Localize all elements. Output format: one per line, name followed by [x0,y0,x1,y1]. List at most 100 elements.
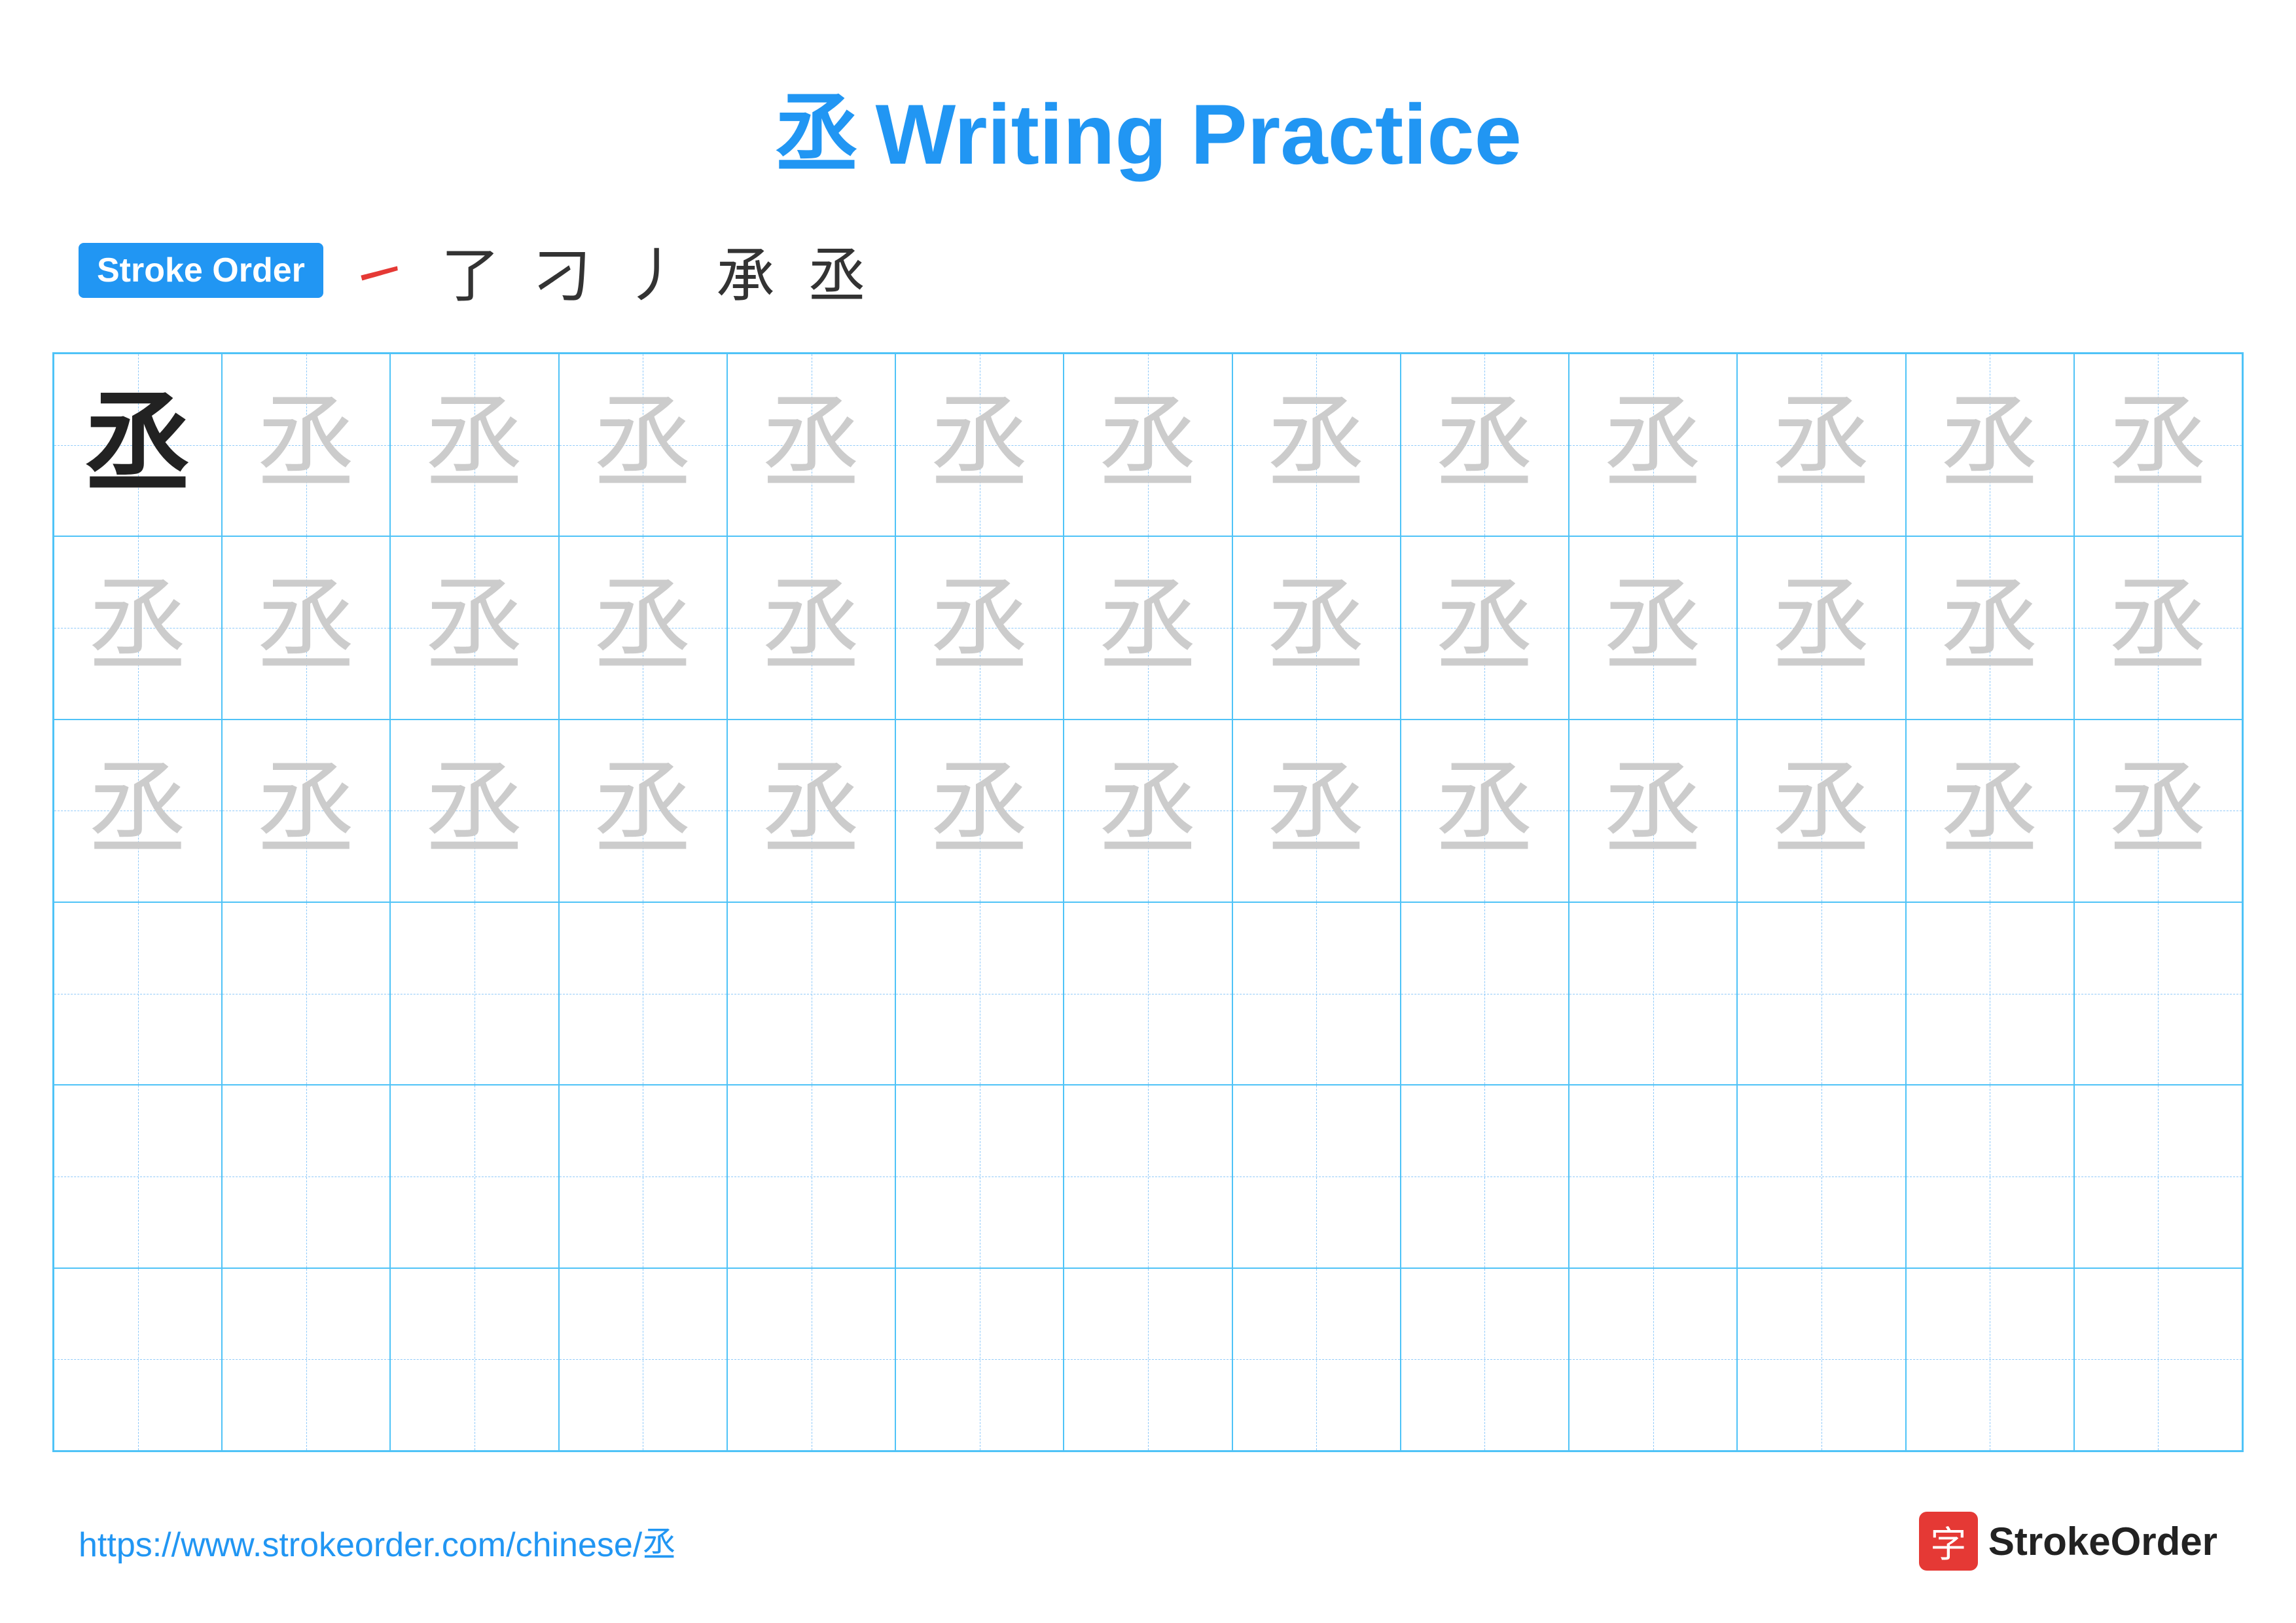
grid-char-light: 丞 [1770,760,1872,862]
grid-cell-r2c5[interactable]: 丞 [727,536,895,719]
footer-logo: 字 StrokeOrder [1919,1512,2217,1571]
grid-cell-r2c11[interactable]: 丞 [1737,536,1905,719]
grid-cell-r2c1[interactable]: 丞 [54,536,222,719]
title-character: 丞 [774,86,859,182]
grid-cell-r6c3[interactable] [390,1268,558,1451]
grid-cell-r6c4[interactable] [559,1268,727,1451]
grid-cell-r5c10[interactable] [1569,1085,1737,1267]
grid-char-light: 丞 [761,760,862,862]
grid-cell-r1c4[interactable]: 丞 [559,354,727,536]
grid-cell-r2c8[interactable]: 丞 [1232,536,1401,719]
grid-char-light: 丞 [255,394,357,496]
grid-cell-r5c13[interactable] [2074,1085,2242,1267]
grid-cell-r4c2[interactable] [222,902,390,1085]
grid-cell-r1c13[interactable]: 丞 [2074,354,2242,536]
grid-cell-r5c9[interactable] [1401,1085,1569,1267]
grid-cell-r3c1[interactable]: 丞 [54,720,222,902]
grid-cell-r3c2[interactable]: 丞 [222,720,390,902]
grid-cell-r4c7[interactable] [1064,902,1232,1085]
grid-cell-r4c13[interactable] [2074,902,2242,1085]
grid-cell-r2c2[interactable]: 丞 [222,536,390,719]
grid-cell-r1c2[interactable]: 丞 [222,354,390,536]
grid-cell-r6c2[interactable] [222,1268,390,1451]
grid-cell-r3c7[interactable]: 丞 [1064,720,1232,902]
grid-cell-r3c8[interactable]: 丞 [1232,720,1401,902]
grid-char-light: 丞 [1097,577,1198,678]
grid-cell-r6c7[interactable] [1064,1268,1232,1451]
stroke-3: 刁 [533,228,592,313]
grid-cell-r1c11[interactable]: 丞 [1737,354,1905,536]
grid-cell-r2c4[interactable]: 丞 [559,536,727,719]
grid-cell-r4c9[interactable] [1401,902,1569,1085]
grid-cell-r1c12[interactable]: 丞 [1906,354,2074,536]
grid-cell-r1c7[interactable]: 丞 [1064,354,1232,536]
grid-cell-r3c3[interactable]: 丞 [390,720,558,902]
grid-cell-r3c12[interactable]: 丞 [1906,720,2074,902]
grid-char-light: 丞 [1602,760,1704,862]
grid-cell-r1c9[interactable]: 丞 [1401,354,1569,536]
grid-cell-r3c5[interactable]: 丞 [727,720,895,902]
grid-cell-r3c11[interactable]: 丞 [1737,720,1905,902]
grid-cell-r5c2[interactable] [222,1085,390,1267]
grid-cell-r1c1[interactable]: 丞 [54,354,222,536]
grid-cell-r1c3[interactable]: 丞 [390,354,558,536]
grid-cell-r5c8[interactable] [1232,1085,1401,1267]
grid-cell-r5c7[interactable] [1064,1085,1232,1267]
grid-cell-r4c6[interactable] [895,902,1064,1085]
title-text: Writing Practice [876,86,1522,182]
grid-cell-r1c10[interactable]: 丞 [1569,354,1737,536]
grid-cell-r3c10[interactable]: 丞 [1569,720,1737,902]
footer: https://www.strokeorder.com/chinese/丞 字 … [0,1512,2296,1571]
grid-cell-r4c12[interactable] [1906,902,2074,1085]
grid-cell-r2c10[interactable]: 丞 [1569,536,1737,719]
grid-cell-r6c8[interactable] [1232,1268,1401,1451]
grid-char-light: 丞 [87,760,188,862]
grid-cell-r5c6[interactable] [895,1085,1064,1267]
grid-cell-r4c8[interactable] [1232,902,1401,1085]
grid-cell-r6c1[interactable] [54,1268,222,1451]
grid-char-light: 丞 [1266,394,1367,496]
grid-cell-r4c10[interactable] [1569,902,1737,1085]
grid-cell-r6c10[interactable] [1569,1268,1737,1451]
grid-cell-r2c13[interactable]: 丞 [2074,536,2242,719]
grid-cell-r5c12[interactable] [1906,1085,2074,1267]
grid-cell-r3c4[interactable]: 丞 [559,720,727,902]
grid-cell-r5c4[interactable] [559,1085,727,1267]
grid-cell-r6c9[interactable] [1401,1268,1569,1451]
grid-cell-r3c6[interactable]: 丞 [895,720,1064,902]
grid-cell-r1c8[interactable]: 丞 [1232,354,1401,536]
grid-cell-r3c9[interactable]: 丞 [1401,720,1569,902]
grid-cell-r5c5[interactable] [727,1085,895,1267]
stroke-order-badge: Stroke Order [79,243,323,298]
grid-cell-r6c11[interactable] [1737,1268,1905,1451]
grid-cell-r4c5[interactable] [727,902,895,1085]
grid-cell-r1c5[interactable]: 丞 [727,354,895,536]
stroke-2: 了 [441,228,500,313]
grid-char-light: 丞 [1434,394,1535,496]
grid-cell-r6c12[interactable] [1906,1268,2074,1451]
grid-char-light: 丞 [87,577,188,678]
grid-cell-r6c6[interactable] [895,1268,1064,1451]
grid-cell-r2c3[interactable]: 丞 [390,536,558,719]
grid-cell-r2c7[interactable]: 丞 [1064,536,1232,719]
grid-char-light: 丞 [929,760,1030,862]
grid-cell-r5c1[interactable] [54,1085,222,1267]
grid-char-light: 丞 [761,394,862,496]
grid-cell-r4c1[interactable] [54,902,222,1085]
grid-cell-r3c13[interactable]: 丞 [2074,720,2242,902]
page-title-section: 丞 Writing Practice [0,0,2296,189]
grid-cell-r2c9[interactable]: 丞 [1401,536,1569,719]
grid-cell-r5c11[interactable] [1737,1085,1905,1267]
grid-cell-r1c6[interactable]: 丞 [895,354,1064,536]
grid-cell-r2c12[interactable]: 丞 [1906,536,2074,719]
grid-cell-r4c4[interactable] [559,902,727,1085]
grid-cell-r6c13[interactable] [2074,1268,2242,1451]
grid-char-light: 丞 [592,394,694,496]
grid-cell-r6c5[interactable] [727,1268,895,1451]
grid-cell-r5c3[interactable] [390,1085,558,1267]
footer-url[interactable]: https://www.strokeorder.com/chinese/丞 [79,1517,676,1566]
grid-cell-r4c3[interactable] [390,902,558,1085]
grid-char-light: 丞 [424,577,526,678]
grid-cell-r4c11[interactable] [1737,902,1905,1085]
grid-cell-r2c6[interactable]: 丞 [895,536,1064,719]
